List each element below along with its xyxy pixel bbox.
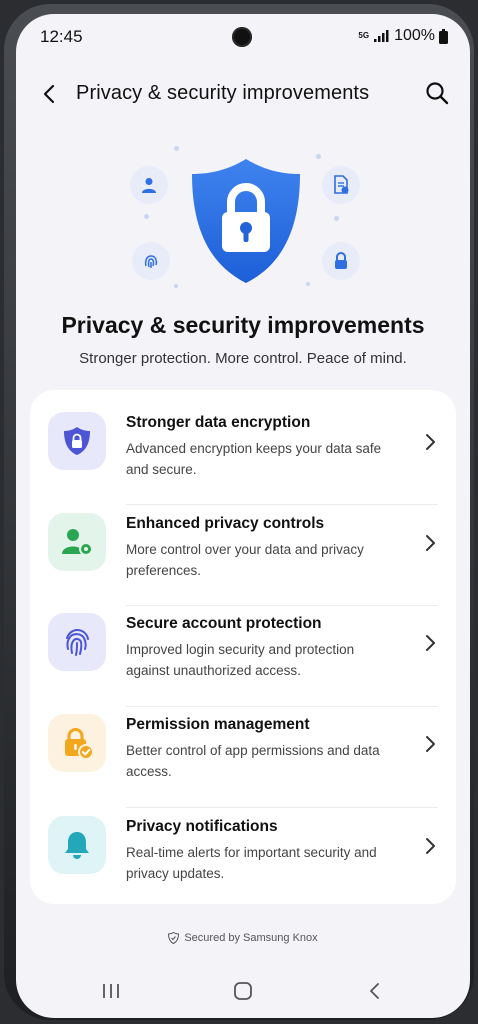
feature-description: More control over your data and privacy … [126,542,364,578]
lock-bubble [322,242,360,280]
chevron-right-icon [426,635,435,651]
shield-icon [168,932,180,944]
phone-frame: 12:45 5G 100% Privacy & security improve… [4,4,474,1020]
chevron-right-icon [426,535,435,551]
signal-icon [374,30,389,42]
user-bubble [130,166,168,204]
fingerprint-icon [144,255,158,268]
status-icons: 5G 100% [358,27,448,45]
recent-apps-button[interactable] [96,978,126,1004]
hero-illustration [16,144,470,304]
chevron-right-icon [426,736,435,752]
feature-title: Stronger data encryption [126,414,311,431]
decor-dot [334,216,339,221]
lock-check-icon [65,728,94,760]
feature-icon-tile [48,714,106,772]
network-type: 5G [358,31,370,40]
feature-description: Real-time alerts for important security … [126,845,377,881]
knox-footer: Secured by Samsung Knox [16,932,470,944]
feature-row-account-protection[interactable]: Secure account protection Improved login… [30,591,456,691]
bell-icon [65,832,89,859]
features-card: Stronger data encryption Advanced encryp… [30,390,456,904]
feature-row-encryption[interactable]: Stronger data encryption Advanced encryp… [30,390,456,490]
home-button[interactable] [228,978,258,1004]
lock-icon [335,252,347,269]
decor-dot [316,154,321,159]
feature-icon-tile [48,513,106,571]
decor-dot [306,282,310,286]
decor-dot [174,284,178,288]
feature-row-permission-management[interactable]: Permission management Better control of … [30,692,456,792]
feature-title: Secure account protection [126,615,322,632]
front-camera [232,27,252,47]
feature-row-notifications[interactable]: Privacy notifications Real-time alerts f… [30,794,456,894]
feature-icon-tile [48,816,106,874]
hero-title: Privacy & security improvements [61,312,425,338]
navigation-bar [16,972,470,1012]
screen: 12:45 5G 100% Privacy & security improve… [16,14,470,1018]
decor-dot [144,214,149,219]
status-time: 12:45 [40,27,83,46]
status-bar: 12:45 5G 100% [16,14,470,62]
feature-description: Improved login security and protection a… [126,642,355,678]
feature-description: Advanced encryption keeps your data safe… [126,441,382,477]
shield-lock-icon [192,159,300,283]
knox-text: Secured by Samsung Knox [184,932,318,944]
feature-title: Permission management [126,716,310,733]
hero-subtitle: Stronger protection. More control. Peace… [79,350,407,367]
battery-icon [439,28,448,44]
fingerprint-icon [66,628,89,656]
feature-title: Enhanced privacy controls [126,515,325,532]
back-button[interactable] [360,978,390,1004]
recent-apps-icon [103,984,119,998]
search-icon[interactable] [424,80,450,106]
battery-percent: 100% [394,27,435,44]
app-header: Privacy & security improvements [16,72,470,116]
page-title: Privacy & security improvements [76,82,370,104]
back-arrow-icon[interactable] [38,82,62,106]
shield-lock-icon [64,427,90,455]
feature-icon-tile [48,412,106,470]
home-icon [234,982,252,1000]
chevron-right-icon [426,838,435,854]
decor-dot [174,146,179,151]
back-icon [370,983,379,999]
document-bubble [322,166,360,204]
user-icon [142,178,156,193]
fingerprint-bubble [132,242,170,280]
user-settings-icon [62,529,93,556]
feature-title: Privacy notifications [126,818,278,835]
feature-row-privacy-controls[interactable]: Enhanced privacy controls More control o… [30,491,456,591]
feature-icon-tile [48,613,106,671]
document-check-icon [334,175,349,194]
feature-description: Better control of app permissions and da… [126,743,380,779]
chevron-right-icon [426,434,435,450]
